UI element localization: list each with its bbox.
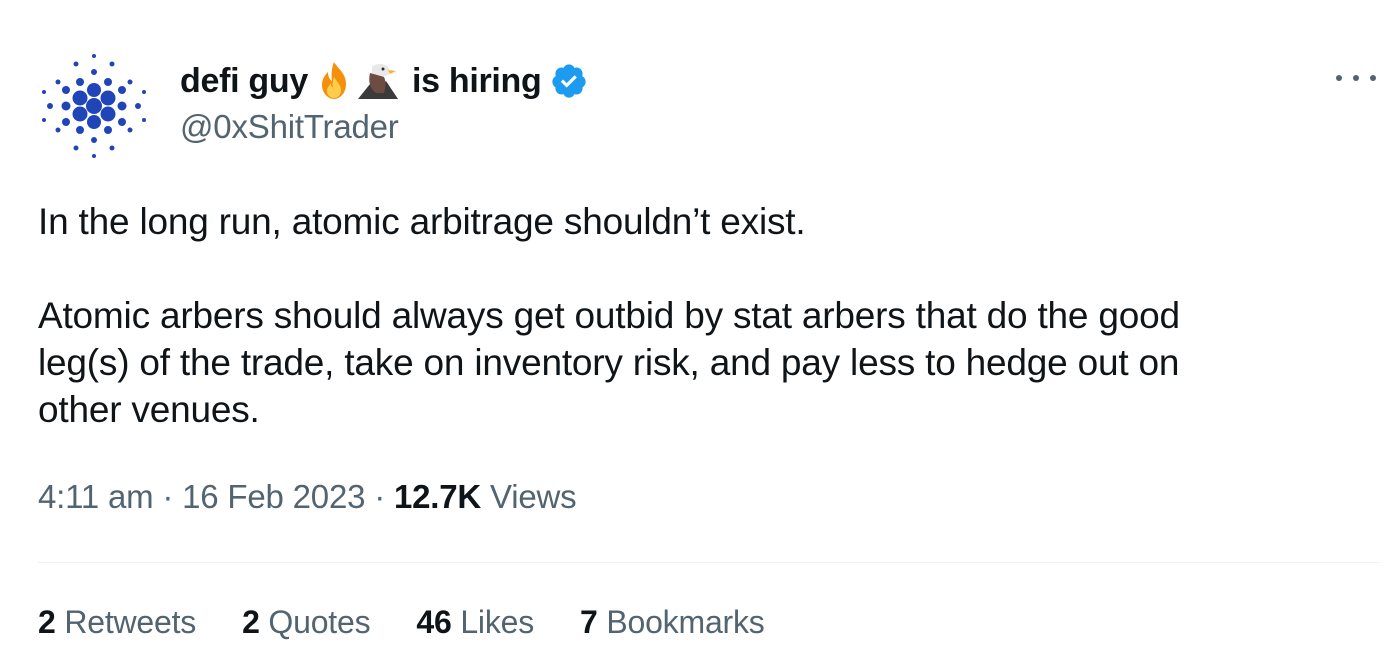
more-dot [1370,75,1376,81]
retweets-count: 2 [38,604,56,640]
views-count: 12.7K [393,478,482,515]
author-handle[interactable]: @0xShitTrader [180,108,588,146]
likes-stat[interactable]: 46 Likes [416,604,534,641]
quotes-count: 2 [242,604,260,640]
separator: · [153,478,183,515]
tweet-paragraph-1: In the long run, atomic arbitrage should… [38,201,806,242]
eagle-emoji-icon [356,59,400,103]
verified-badge-icon [550,62,588,100]
bookmarks-stat[interactable]: 7 Bookmarks [580,604,765,641]
likes-count: 46 [416,604,452,640]
retweets-stat[interactable]: 2 Retweets [38,604,196,641]
fire-emoji-icon [312,59,356,103]
separator: · [365,478,394,515]
divider [38,562,1380,563]
cardano-logo-icon [42,54,146,158]
tweet-time[interactable]: 4:11 am [38,478,154,515]
bookmarks-count: 7 [580,604,598,640]
more-dot [1353,75,1359,81]
quotes-stat[interactable]: 2 Quotes [242,604,370,641]
tweet-text: In the long run, atomic arbitrage should… [38,198,1368,433]
more-dot [1336,75,1342,81]
quotes-label: Quotes [268,604,371,640]
bookmarks-label: Bookmarks [606,604,765,640]
more-options-icon[interactable] [1336,66,1376,90]
likes-label: Likes [460,604,535,640]
tweet-paragraph-2: Atomic arbers should always get outbid b… [38,295,1180,430]
retweets-label: Retweets [64,604,197,640]
avatar[interactable] [36,52,152,162]
engagement-stats: 2 Retweets 2 Quotes 46 Likes 7 Bookmarks [38,604,811,641]
display-name-row[interactable]: defi guy is hiring [180,58,588,104]
tweet-header: defi guy is hiring @0xShitTrader [180,58,588,146]
display-name-part1[interactable]: defi guy [180,62,308,101]
tweet-metadata: 4:11 am · 16 Feb 2023 · 12.7K Views [38,478,577,516]
views-label: Views [490,478,577,515]
tweet-date[interactable]: 16 Feb 2023 [182,478,365,515]
display-name-part2[interactable]: is hiring [412,62,542,101]
